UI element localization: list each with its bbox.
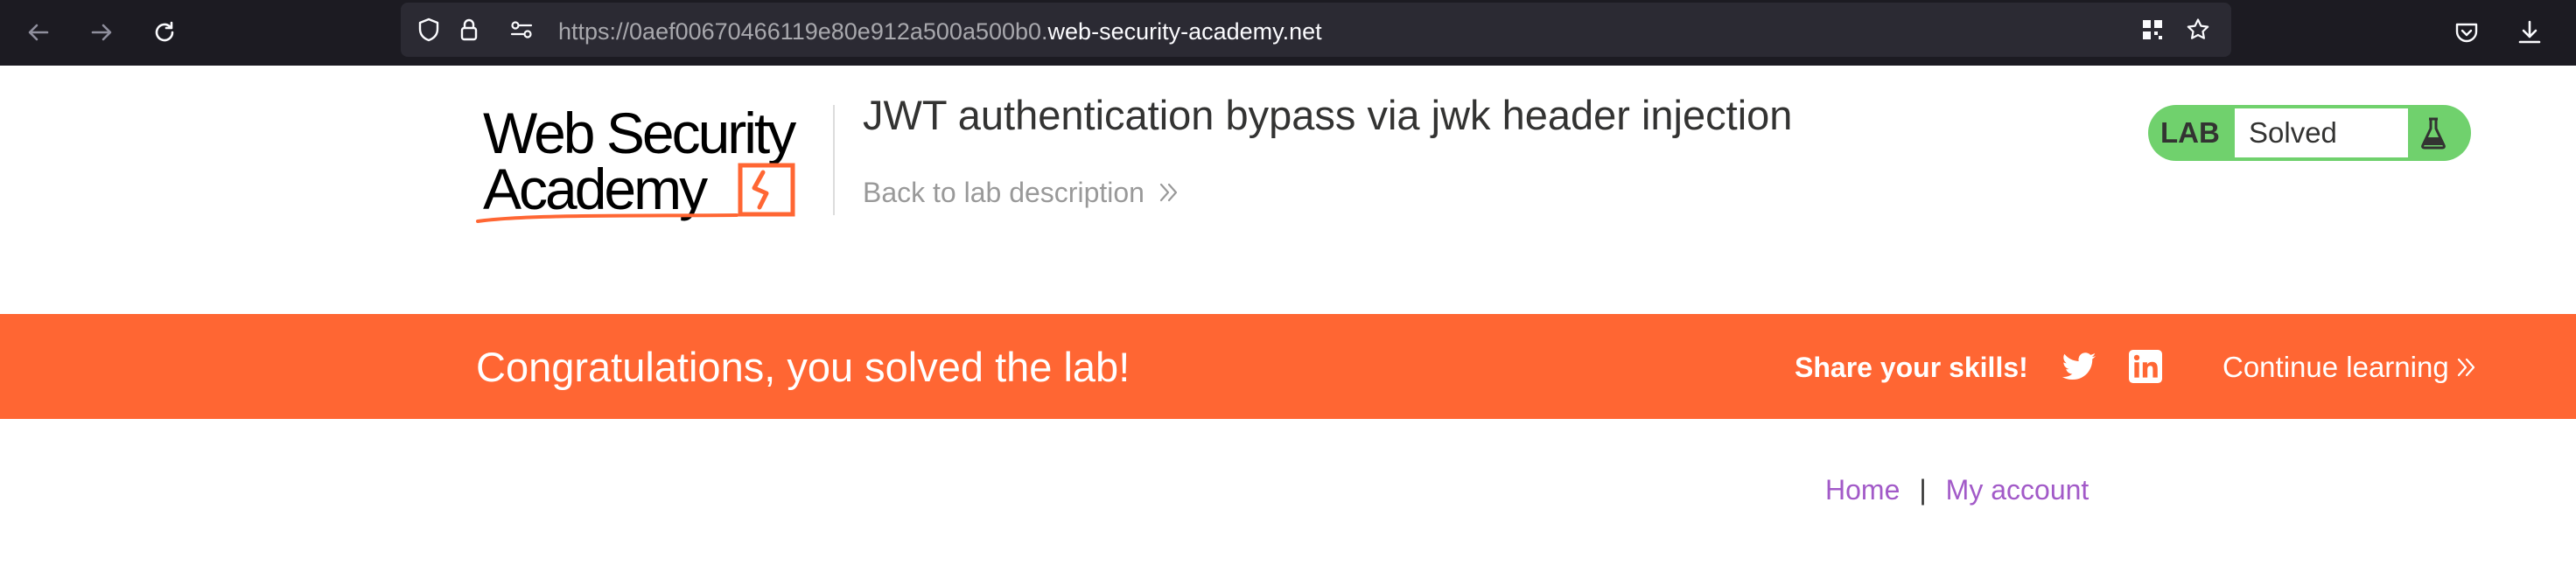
back-button[interactable] xyxy=(18,12,59,52)
url-prefix: https://0aef00670466119e80e912a500a500b0… xyxy=(558,18,1048,45)
header-divider xyxy=(833,105,835,215)
double-chevron-right-icon xyxy=(1159,183,1178,202)
continue-learning-label: Continue learning xyxy=(2222,351,2449,383)
linkedin-icon[interactable] xyxy=(2129,350,2162,383)
pocket-icon xyxy=(2455,23,2478,43)
site-security-button[interactable] xyxy=(455,16,483,44)
congratulations-message: Congratulations, you solved the lab! xyxy=(476,344,1130,390)
pocket-button[interactable] xyxy=(2446,12,2487,52)
bookmark-button[interactable] xyxy=(2184,16,2212,44)
qr-code-button[interactable] xyxy=(2138,16,2166,44)
nav-my-account-link[interactable]: My account xyxy=(1946,472,2090,507)
solved-banner: Congratulations, you solved the lab! Sha… xyxy=(0,314,2576,419)
url-domain: web-security-academy.net xyxy=(1047,18,1322,45)
flask-icon xyxy=(2412,114,2454,152)
back-link-label: Back to lab description xyxy=(863,177,1144,208)
lab-status-widget: LAB Solved xyxy=(2148,105,2471,161)
lab-status-value: Solved xyxy=(2235,108,2408,157)
reload-button[interactable] xyxy=(144,12,185,52)
reload-icon xyxy=(155,21,174,42)
nav-home-link[interactable]: Home xyxy=(1825,472,1900,507)
tracking-protection-button[interactable] xyxy=(415,16,443,44)
back-to-lab-description-link[interactable]: Back to lab description xyxy=(863,175,1181,210)
forward-arrow-icon xyxy=(91,24,112,41)
url-bar[interactable]: https://0aef00670466119e80e912a500a500b0… xyxy=(401,3,2231,57)
share-skills-label: Share your skills! xyxy=(1795,352,2028,383)
top-nav: Home | My account xyxy=(1825,472,2089,507)
web-security-academy-logo[interactable]: Web Security Academy xyxy=(476,99,826,228)
browser-toolbar: https://0aef00670466119e80e912a500a500b0… xyxy=(0,0,2576,66)
shield-icon xyxy=(418,17,439,42)
permissions-button[interactable] xyxy=(508,16,536,44)
lock-icon xyxy=(460,18,478,41)
download-icon xyxy=(2518,20,2541,44)
continue-learning-link[interactable]: Continue learning xyxy=(2222,351,2479,384)
permissions-icon xyxy=(510,21,533,38)
lab-status-label: LAB xyxy=(2160,116,2220,149)
twitter-icon[interactable] xyxy=(2061,349,2097,386)
bookmark-star-icon xyxy=(2187,18,2209,39)
url-text[interactable]: https://0aef00670466119e80e912a500a500b0… xyxy=(558,17,1322,45)
back-arrow-icon xyxy=(28,24,49,41)
qr-code-icon xyxy=(2143,20,2162,39)
forward-button[interactable] xyxy=(81,12,122,52)
lab-title: JWT authentication bypass via jwk header… xyxy=(863,92,1793,138)
nav-separator: | xyxy=(1919,474,1927,506)
downloads-button[interactable] xyxy=(2510,12,2550,52)
logo-mark-icon xyxy=(476,163,795,223)
double-chevron-right-icon xyxy=(2457,358,2474,377)
